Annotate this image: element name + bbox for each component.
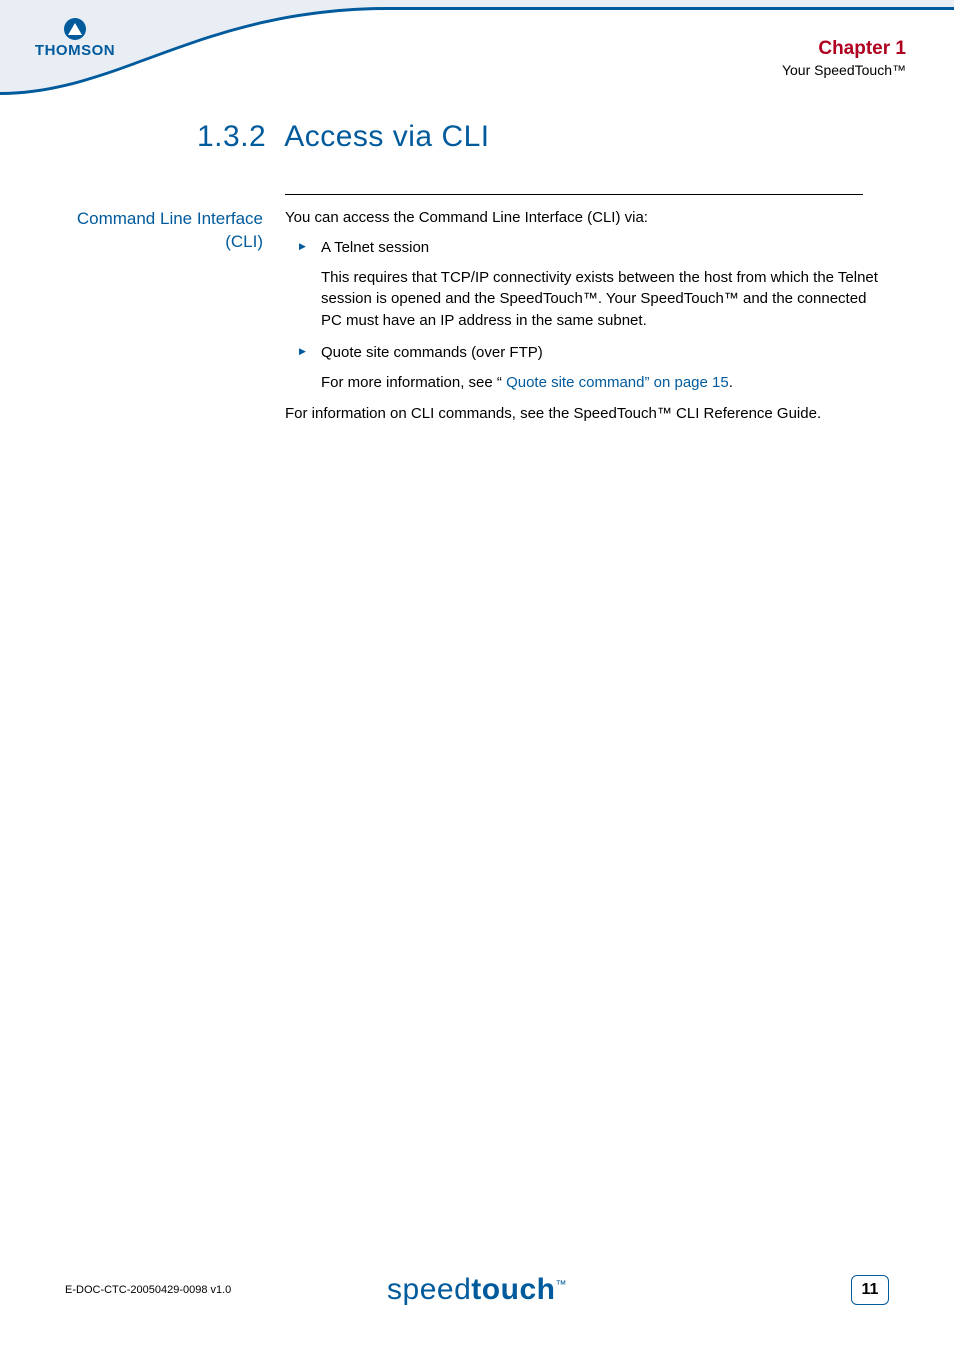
brand-logo: THOMSON [20,18,130,59]
section-heading: 1.3.2 Access via CLI [197,120,889,154]
header-right: Chapter 1 Your SpeedTouch™ [782,38,906,78]
page-number: 11 [851,1275,889,1305]
chapter-label: Chapter 1 [782,38,906,60]
footer-logo: speedtouch™ [387,1273,567,1307]
footer-logo-bold: touch [471,1273,555,1306]
bullet-title: Quote site commands (over FTP) [321,344,543,361]
brand-logo-text: THOMSON [20,42,130,59]
bullet-detail: For more information, see “ Quote site c… [321,372,889,394]
main-content: 1.3.2 Access via CLI Command Line Interf… [0,120,954,439]
content-row: Command Line Interface (CLI) You can acc… [65,207,889,433]
page-footer: E-DOC-CTC-20050429-0098 v1.0 speedtouch™… [0,1275,954,1305]
brand-logo-icon [64,18,86,40]
section-number: 1.3.2 [197,120,266,154]
section-title: Access via CLI [284,120,489,154]
bullet-detail: This requires that TCP/IP connectivity e… [321,267,889,332]
footer-logo-tm: ™ [555,1279,567,1291]
chapter-subtitle: Your SpeedTouch™ [782,62,906,78]
bullet-list: A Telnet session This requires that TCP/… [285,237,889,394]
list-item: Quote site commands (over FTP) For more … [285,342,889,394]
bullet-title: A Telnet session [321,239,429,256]
list-item: A Telnet session This requires that TCP/… [285,237,889,332]
side-label: Command Line Interface (CLI) [65,207,263,433]
section-rule [285,194,863,195]
footer-logo-light: speed [387,1273,471,1306]
cross-reference-link[interactable]: Quote site command” on page 15 [502,374,729,391]
intro-text: You can access the Command Line Interfac… [285,207,889,229]
detail-prefix: For more information, see “ [321,374,502,391]
outro-text: For information on CLI commands, see the… [285,403,889,425]
body-column: You can access the Command Line Interfac… [285,207,889,433]
detail-suffix: . [729,374,733,391]
document-id: E-DOC-CTC-20050429-0098 v1.0 [65,1284,231,1296]
